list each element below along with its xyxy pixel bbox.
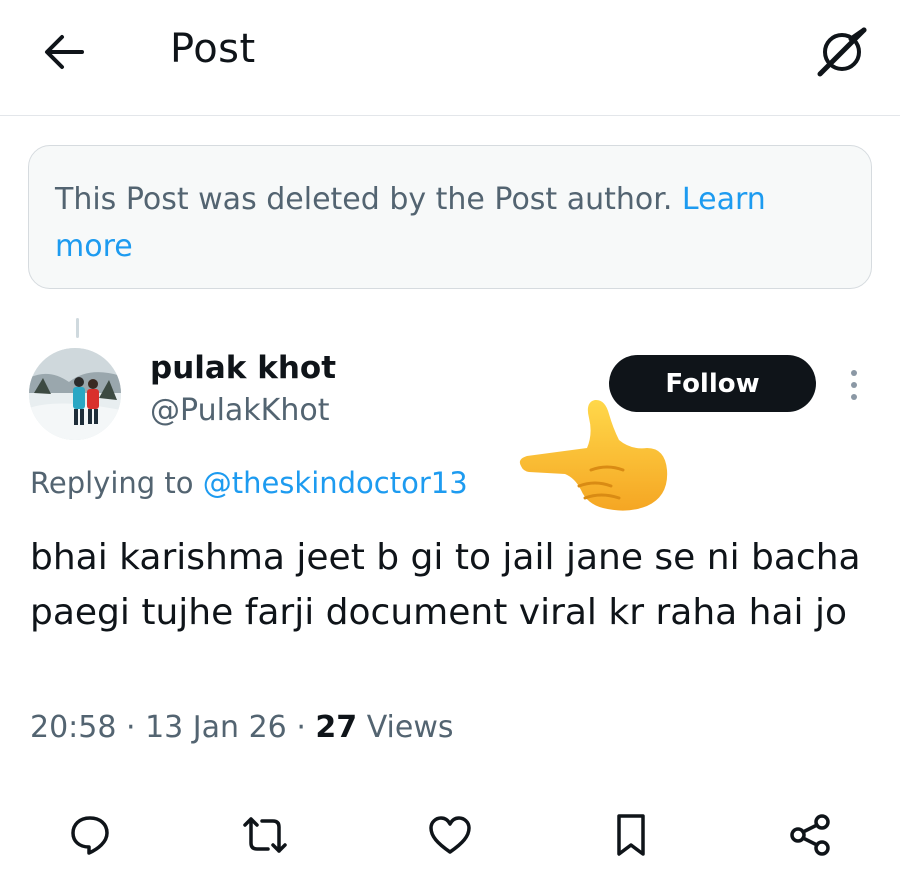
like-icon (429, 816, 471, 854)
arrow-left-icon (45, 35, 84, 69)
more-vertical-icon (851, 370, 857, 400)
author-display-name[interactable]: pulak khot (150, 350, 336, 386)
bookmark-button[interactable] (606, 810, 656, 860)
post-time[interactable]: 20:58 (30, 710, 116, 745)
replying-to-prefix: Replying to (30, 466, 203, 500)
reply-icon (71, 816, 109, 855)
pointing-hand-icon (519, 399, 668, 511)
top-bar: Post (0, 0, 900, 116)
bookmark-icon (617, 814, 645, 856)
page-title: Post (170, 26, 256, 72)
thread-connector-line (76, 318, 79, 338)
share-icon (790, 814, 830, 856)
meta-separator: · (126, 710, 146, 745)
more-options-button[interactable] (840, 365, 868, 405)
views-label[interactable]: Views (367, 710, 454, 745)
like-button[interactable] (425, 810, 475, 860)
avatar-image (29, 348, 121, 440)
post-date[interactable]: 13 Jan 26 (145, 710, 287, 745)
deleted-post-notice: This Post was deleted by the Post author… (28, 145, 872, 289)
grok-icon (817, 27, 867, 77)
meta-separator: · (296, 710, 316, 745)
post-body-text: bhai karishma jeet b gi to jail jane se … (30, 537, 861, 633)
back-button[interactable] (40, 30, 88, 74)
reply-button[interactable] (65, 810, 115, 860)
post-metadata: 20:58 · 13 Jan 26 · 27 Views (30, 710, 454, 745)
views-count[interactable]: 27 (315, 710, 357, 745)
repost-icon (243, 817, 287, 853)
avatar[interactable] (29, 348, 121, 440)
author-handle[interactable]: @PulakKhot (150, 393, 329, 428)
share-button[interactable] (785, 810, 835, 860)
action-bar (0, 800, 900, 870)
deleted-notice-text: This Post was deleted by the Post author… (55, 182, 673, 217)
grok-button[interactable] (814, 24, 870, 80)
replying-to-handle-link[interactable]: @theskindoctor13 (203, 466, 468, 500)
repost-button[interactable] (240, 810, 290, 860)
replying-to-line: Replying to @theskindoctor13 (30, 466, 468, 500)
